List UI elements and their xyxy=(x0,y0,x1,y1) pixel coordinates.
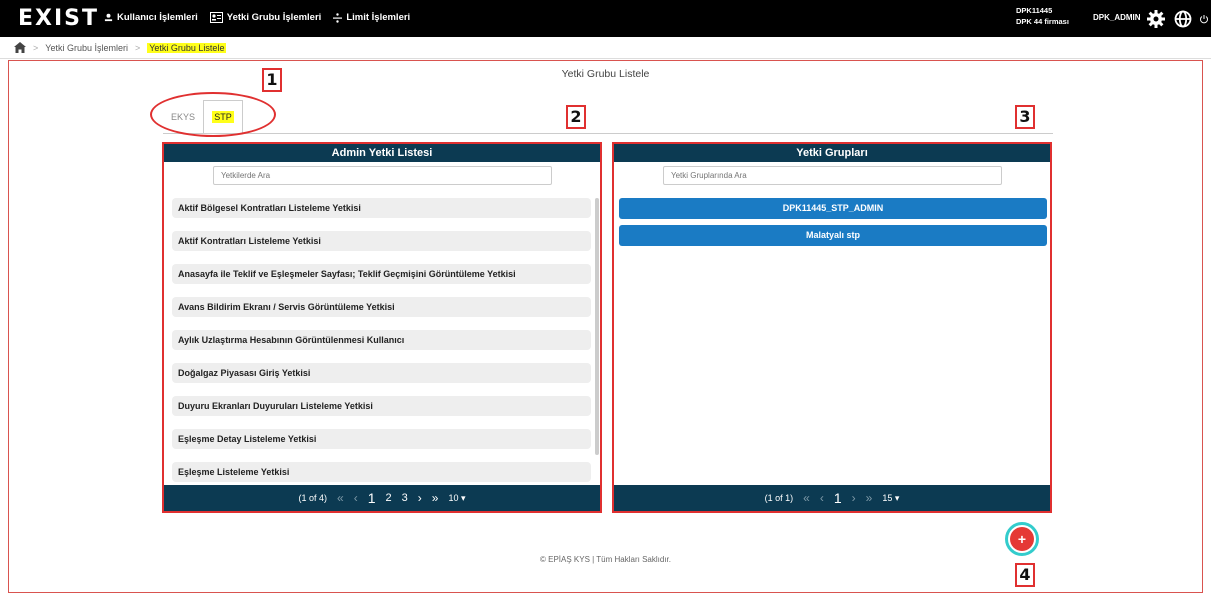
home-icon[interactable] xyxy=(14,42,26,53)
list-item[interactable]: Eşleşme Listeleme Yetkisi xyxy=(172,462,591,482)
annotation-marker: 4 xyxy=(1015,563,1035,587)
rows-per-page-select[interactable]: 10 ▾ xyxy=(448,493,465,504)
group-icon xyxy=(209,12,223,23)
auth-search-input[interactable] xyxy=(213,166,552,185)
auth-groups-panel: Yetki Grupları DPK11445_STP_ADMIN Malaty… xyxy=(612,142,1052,513)
breadcrumb-separator: > xyxy=(134,42,141,53)
breadcrumb: > Yetki Grubu İşlemleri > Yetki Grubu Li… xyxy=(0,37,1211,59)
page-number-current[interactable]: 1 xyxy=(834,490,842,506)
list-item[interactable]: Aktif Kontratları Listeleme Yetkisi xyxy=(172,231,591,251)
copyright-footer: © EPİAŞ KYS | Tüm Hakları Saklıdır. xyxy=(540,555,671,564)
annotation-ellipse xyxy=(150,92,276,137)
tab-divider xyxy=(163,133,1053,134)
next-page-button[interactable]: › xyxy=(852,491,856,505)
power-icon[interactable] xyxy=(1199,9,1209,29)
group-search-input[interactable] xyxy=(663,166,1002,185)
add-button[interactable]: + xyxy=(1010,527,1034,551)
paginator: (1 of 1) « ‹ 1 › » 15 ▾ xyxy=(614,485,1050,511)
page-number[interactable]: 2 xyxy=(386,492,392,504)
list-item[interactable]: Doğalgaz Piyasası Giriş Yetkisi xyxy=(172,363,591,383)
page-title: Yetki Grubu Listele xyxy=(561,68,650,80)
prev-page-button[interactable]: ‹ xyxy=(354,491,358,505)
nav-label: Yetki Grubu İşlemleri xyxy=(226,12,322,23)
list-item[interactable]: Avans Bildirim Ekranı / Servis Görüntüle… xyxy=(172,297,591,317)
brand-logo[interactable]: EXIST xyxy=(18,6,99,31)
user-icon xyxy=(104,13,113,22)
admin-auth-list-panel: Admin Yetki Listesi Aktif Bölgesel Kontr… xyxy=(162,142,602,513)
list-item[interactable]: Duyuru Ekranları Duyuruları Listeleme Ye… xyxy=(172,396,591,416)
nav-label: Kullanıcı İşlemleri xyxy=(117,12,198,23)
globe-icon[interactable] xyxy=(1173,9,1193,29)
prev-page-button[interactable]: ‹ xyxy=(820,491,824,505)
plus-icon: + xyxy=(1017,531,1027,547)
auth-list: Aktif Bölgesel Kontratları Listeleme Yet… xyxy=(172,198,591,495)
first-page-button[interactable]: « xyxy=(803,491,810,505)
username[interactable]: DPK_ADMIN xyxy=(1093,13,1141,22)
breadcrumb-item[interactable]: Yetki Grubu İşlemleri xyxy=(45,43,128,53)
company-name: DPK 44 firması xyxy=(1016,17,1069,26)
nav-label: Limit İşlemleri xyxy=(346,12,411,23)
annotation-marker: 1 xyxy=(262,68,282,92)
scrollbar[interactable] xyxy=(595,198,599,455)
last-page-button[interactable]: » xyxy=(432,491,439,505)
list-item[interactable]: Eşleşme Detay Listeleme Yetkisi xyxy=(172,429,591,449)
nav-user-operations[interactable]: Kullanıcı İşlemleri xyxy=(104,12,198,23)
page-info: (1 of 1) xyxy=(764,493,794,503)
nav-limit-operations[interactable]: Limit İşlemleri xyxy=(333,12,410,23)
gear-icon[interactable] xyxy=(1146,9,1166,29)
list-item[interactable]: Aktif Bölgesel Kontratları Listeleme Yet… xyxy=(172,198,591,218)
company-info: DPK11445 DPK 44 firması xyxy=(1016,5,1069,27)
next-page-button[interactable]: › xyxy=(418,491,422,505)
annotation-marker: 3 xyxy=(1015,105,1035,129)
first-page-button[interactable]: « xyxy=(337,491,344,505)
list-item[interactable]: Aylık Uzlaştırma Hesabının Görüntülenmes… xyxy=(172,330,591,350)
main-nav: Kullanıcı İşlemleri Yetki Grubu İşlemler… xyxy=(104,12,410,23)
rows-per-page-select[interactable]: 15 ▾ xyxy=(882,493,899,504)
list-item[interactable]: Anasayfa ile Teklif ve Eşleşmeler Sayfas… xyxy=(172,264,591,284)
page-number[interactable]: 3 xyxy=(402,492,408,504)
top-navbar: EXIST Kullanıcı İşlemleri Yetki Grubu İş… xyxy=(0,0,1211,37)
page-number-current[interactable]: 1 xyxy=(368,490,376,506)
paginator: (1 of 4) « ‹ 1 2 3 › » 10 ▾ xyxy=(164,485,600,511)
group-item[interactable]: DPK11445_STP_ADMIN xyxy=(619,198,1047,219)
divide-icon xyxy=(333,12,343,23)
panel-title: Yetki Grupları xyxy=(614,144,1050,162)
breadcrumb-current: Yetki Grubu Listele xyxy=(147,42,227,53)
page-info: (1 of 4) xyxy=(298,493,328,503)
group-list: DPK11445_STP_ADMIN Malatyalı stp xyxy=(619,198,1047,252)
nav-auth-group-operations[interactable]: Yetki Grubu İşlemleri xyxy=(209,12,322,23)
annotation-marker: 2 xyxy=(566,105,586,129)
group-item[interactable]: Malatyalı stp xyxy=(619,225,1047,246)
last-page-button[interactable]: » xyxy=(866,491,873,505)
panel-title: Admin Yetki Listesi xyxy=(164,144,600,162)
company-code: DPK11445 xyxy=(1016,6,1053,15)
breadcrumb-separator: > xyxy=(33,42,39,53)
